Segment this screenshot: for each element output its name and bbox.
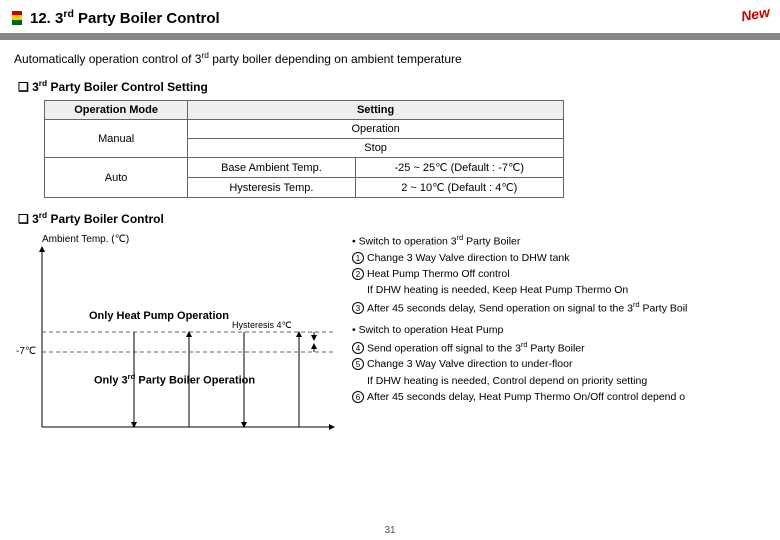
note-6: • Switch to operation Heat Pump — [352, 322, 766, 338]
intro-text: Automatically operation control of 3rd p… — [14, 50, 766, 66]
note-9: If DHW heating is needed, Control depend… — [352, 373, 766, 389]
section2-title: ❏ 3rd Party Boiler Control — [18, 210, 766, 226]
diagram-svg — [14, 232, 344, 442]
note-2: 1Change 3 Way Valve direction to DHW tan… — [352, 250, 766, 266]
td-auto: Auto — [45, 158, 188, 198]
settings-table: Operation ModeSetting ManualOperation St… — [44, 100, 564, 198]
td-base: Base Ambient Temp. — [188, 158, 355, 178]
th-setting: Setting — [188, 101, 564, 120]
td-base-val: -25 ~ 25℃ (Default : -7℃) — [355, 158, 563, 178]
td-hyst: Hysteresis Temp. — [188, 178, 355, 198]
td-manual: Manual — [45, 120, 188, 158]
hyst-label: Hysteresis 4℃ — [232, 320, 292, 331]
td-operation: Operation — [188, 120, 564, 139]
notes: • Switch to operation 3rd Party Boiler 1… — [352, 232, 766, 442]
td-stop: Stop — [188, 139, 564, 158]
logo-icon — [12, 11, 22, 25]
note-7: 4Send operation off signal to the 3rd Pa… — [352, 339, 766, 357]
note-4: If DHW heating is needed, Keep Heat Pump… — [352, 282, 766, 298]
note-1: • Switch to operation 3rd Party Boiler — [352, 232, 766, 250]
note-3: 2Heat Pump Thermo Off control — [352, 266, 766, 282]
td-hyst-val: 2 ~ 10℃ (Default : 4℃) — [355, 178, 563, 198]
content: Automatically operation control of 3rd p… — [0, 50, 780, 442]
zone2-label: Only 3rd Party Boiler Operation — [94, 372, 255, 387]
ytick: -7℃ — [16, 346, 36, 357]
section1-title: ❏ 3rd Party Boiler Control Setting — [18, 78, 766, 94]
header: 12. 3rd Party Boiler Control New — [0, 0, 780, 31]
divider — [0, 33, 780, 40]
note-8: 5Change 3 Way Valve direction to under-f… — [352, 356, 766, 372]
page-title: 12. 3rd Party Boiler Control — [30, 8, 220, 27]
new-stamp: New — [740, 4, 771, 25]
page-number: 31 — [384, 525, 395, 536]
th-mode: Operation Mode — [45, 101, 188, 120]
note-10: 6After 45 seconds delay, Heat Pump Therm… — [352, 389, 766, 405]
diagram: Ambient Temp. (℃) Only Heat Pump Operati… — [14, 232, 344, 442]
ylabel: Ambient Temp. (℃) — [42, 234, 129, 245]
zone1-label: Only Heat Pump Operation — [89, 310, 229, 322]
note-5: 3After 45 seconds delay, Send operation … — [352, 299, 766, 317]
